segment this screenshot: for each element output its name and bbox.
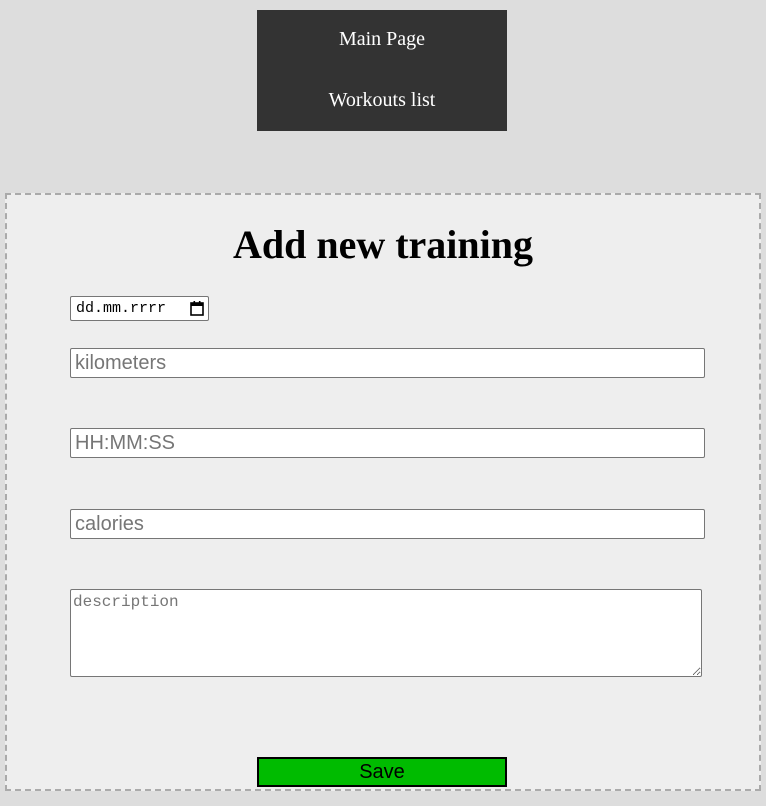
form-title: Add new training (232, 222, 534, 267)
date-placeholder: dd.mm.rrrr (76, 300, 167, 317)
nav-link-workouts-list[interactable]: Workouts list (257, 88, 507, 112)
calories-input[interactable] (70, 509, 705, 539)
main-nav: Main Page Workouts list (257, 10, 507, 131)
add-training-form: Add new training dd.mm.rrrr Save (5, 193, 761, 791)
date-input[interactable]: dd.mm.rrrr (70, 296, 209, 321)
kilometers-input[interactable] (70, 348, 705, 378)
calendar-icon[interactable] (190, 301, 204, 316)
description-textarea[interactable] (70, 589, 702, 677)
nav-link-main-page[interactable]: Main Page (257, 27, 507, 51)
save-button[interactable]: Save (257, 757, 507, 787)
duration-input[interactable] (70, 428, 705, 458)
